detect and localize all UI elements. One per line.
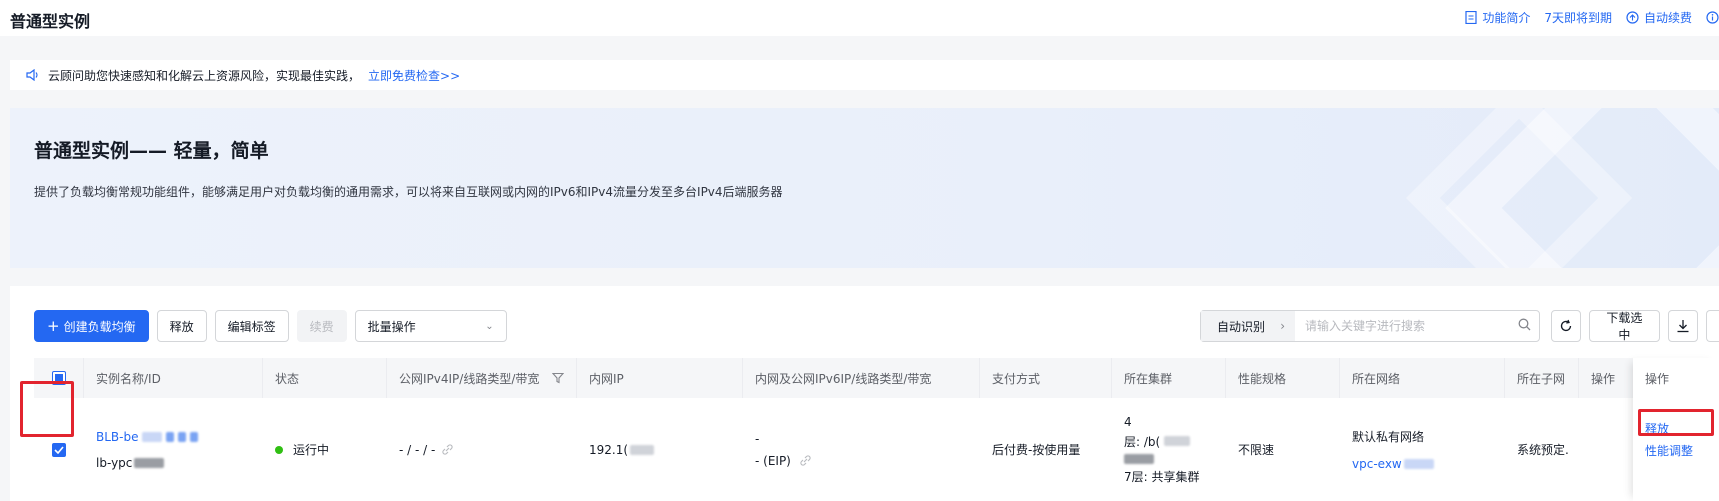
col-operations-sticky: 操作	[1645, 371, 1670, 386]
refresh-button[interactable]	[1551, 310, 1582, 342]
masked-text	[166, 431, 175, 442]
chevron-right-icon: ›	[1280, 319, 1285, 333]
search-mode-label: 自动识别	[1217, 319, 1266, 334]
masked-text	[178, 431, 187, 442]
edit-tags-button[interactable]: 编辑标签	[214, 310, 289, 342]
notice-text: 云顾问助您快速感知和化解云上资源风险，实现最佳实践，	[48, 68, 361, 83]
network-name: 默认私有网络	[1352, 430, 1425, 444]
intro-banner: 普通型实例—— 轻量，简单 提供了负载均衡常规功能组件，能够满足用户对负载均衡的…	[10, 108, 1719, 268]
cell-ipv6: - - (EIP)	[743, 398, 980, 501]
cell-spec: 不限速	[1238, 443, 1275, 457]
search-icon[interactable]	[1509, 318, 1539, 334]
cell-cluster: 4 层: /b( 7层: 共享集群	[1112, 398, 1226, 501]
instance-id: lb-ypc	[96, 455, 133, 470]
ipv6-eip: - (EIP)	[755, 453, 791, 468]
renew-button[interactable]: 续费	[296, 310, 347, 342]
check-icon	[54, 445, 64, 454]
cluster-line-2: 层: /b(	[1124, 434, 1161, 449]
feature-intro-label: 功能简介	[1482, 11, 1531, 25]
masked-text	[190, 431, 199, 442]
search-box: 自动识别 ›	[1200, 310, 1540, 342]
status-dot	[275, 445, 283, 454]
create-lb-button[interactable]: + 创建负载均衡	[34, 310, 149, 342]
col-public-ipv4-label: 公网IPv4IP/线路类型/带宽	[399, 371, 540, 386]
col-network: 所在网络	[1340, 358, 1505, 398]
ipv4-value: - / - / -	[399, 442, 436, 457]
masked-text	[1164, 436, 1191, 446]
link-icon[interactable]	[799, 454, 812, 467]
search-mode-select[interactable]: 自动识别 ›	[1201, 311, 1295, 341]
notice-bar: 云顾问助您快速感知和化解云上资源风险，实现最佳实践， 立即免费检查>>	[10, 60, 1719, 90]
document-icon	[1465, 11, 1477, 24]
create-lb-label: 创建负载均衡	[63, 319, 136, 334]
top-bar: 普通型实例 功能简介 7天即将到期 自动续费	[0, 0, 1719, 36]
table-header: 实例名称/ID 状态 公网IPv4IP/线路类型/带宽 内网IP 内网及公网IP…	[34, 358, 1719, 398]
speaker-icon	[26, 69, 38, 81]
chevron-down-icon: ⌄	[485, 320, 494, 332]
banner-description: 提供了负载均衡常规功能组件，能够满足用户对负载均衡的通用需求，可以将来自互联网或…	[34, 185, 783, 199]
cell-network: 默认私有网络 vpc-exw	[1340, 398, 1505, 501]
col-internal-ip: 内网IP	[577, 358, 743, 398]
batch-operation-label: 批量操作	[367, 319, 416, 334]
masked-text	[134, 457, 165, 468]
batch-operation-select[interactable]: 批量操作 ⌄	[354, 310, 507, 342]
vpc-link[interactable]: vpc-exw	[1352, 457, 1402, 471]
masked-text	[1403, 459, 1434, 469]
download-icon	[1677, 320, 1689, 333]
link-icon[interactable]	[441, 443, 454, 456]
cell-internal-ip: 192.1(	[577, 398, 743, 501]
cell-instance-name: BLB-be lb-ypc	[84, 398, 263, 501]
export-button[interactable]	[1667, 310, 1698, 342]
ipv6-value: -	[755, 431, 760, 446]
auto-renew-link[interactable]: 自动续费	[1626, 9, 1692, 26]
instance-name-link[interactable]: BLB-be	[96, 430, 138, 444]
row-checkbox[interactable]	[52, 442, 66, 457]
col-cluster: 所在集群	[1112, 358, 1226, 398]
instance-panel: + 创建负载均衡 释放 编辑标签 续费 批量操作 ⌄ 自动识别 › 下载选中	[10, 286, 1719, 501]
table-row: BLB-be lb-ypc 运行中 - / - / - 192.1( - - (…	[34, 398, 1719, 501]
banner-title: 普通型实例—— 轻量，简单	[34, 140, 269, 162]
expiring-label: 7天即将到期	[1544, 11, 1612, 25]
masked-text	[630, 444, 655, 455]
free-check-link[interactable]: 立即免费检查>>	[368, 67, 460, 84]
internal-ip-value: 192.1(	[589, 442, 629, 457]
filter-icon[interactable]	[552, 372, 564, 384]
page-title: 普通型实例	[10, 12, 91, 31]
col-status: 状态	[263, 358, 387, 398]
toolbar: + 创建负载均衡 释放 编辑标签 续费 批量操作 ⌄	[34, 310, 507, 342]
info-icon	[1706, 11, 1719, 24]
col-payment: 支付方式	[980, 358, 1112, 398]
col-ipv6: 内网及公网IPv6IP/线路类型/带宽	[743, 358, 980, 398]
cluster-line-1: 4	[1124, 414, 1132, 429]
plus-icon: +	[47, 316, 60, 335]
refresh-icon	[1560, 319, 1572, 332]
col-instance-name: 实例名称/ID	[84, 358, 263, 398]
adjust-performance-link[interactable]: 性能调整	[1645, 442, 1693, 459]
column-settings-button[interactable]	[1705, 310, 1719, 342]
col-public-ipv4: 公网IPv4IP/线路类型/带宽	[387, 358, 577, 398]
status-text: 运行中	[293, 443, 330, 457]
highlight-adjust-performance	[1638, 409, 1714, 436]
table-tools: 下载选中	[1551, 310, 1719, 342]
col-spec: 性能规格	[1226, 358, 1340, 398]
highlight-checkbox	[20, 381, 74, 437]
search-input[interactable]	[1295, 319, 1509, 333]
top-links: 功能简介 7天即将到期 自动续费	[1465, 9, 1719, 26]
download-selected-button[interactable]: 下载选中	[1589, 310, 1660, 342]
expiring-link[interactable]: 7天即将到期	[1544, 9, 1612, 26]
cell-subnet: 系统预定.	[1517, 443, 1569, 457]
renew-icon	[1626, 11, 1639, 24]
release-button[interactable]: 释放	[156, 310, 207, 342]
masked-text	[1124, 453, 1154, 464]
col-subnet: 所在子网	[1505, 358, 1579, 398]
masked-text	[142, 431, 163, 442]
cluster-line-3: 7层: 共享集群	[1124, 469, 1200, 484]
help-link[interactable]	[1706, 11, 1719, 24]
auto-renew-label: 自动续费	[1643, 11, 1692, 25]
cell-status: 运行中	[263, 398, 387, 501]
feature-intro-link[interactable]: 功能简介	[1465, 9, 1530, 26]
cell-public-ipv4: - / - / -	[387, 398, 577, 501]
cell-payment: 后付费-按使用量	[992, 443, 1081, 457]
